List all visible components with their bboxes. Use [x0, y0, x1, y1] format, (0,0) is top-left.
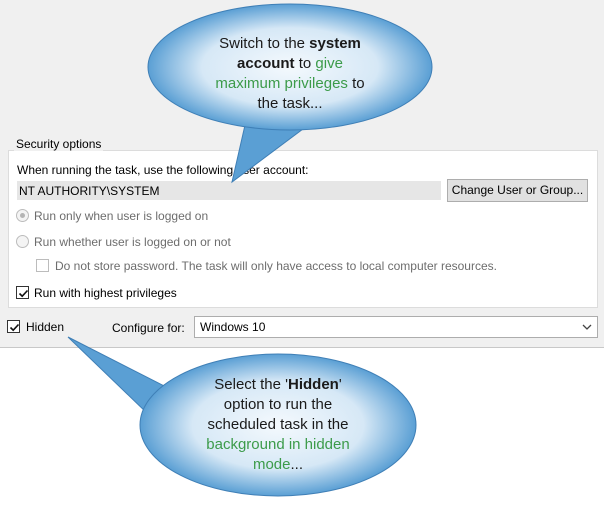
callout-top-text: Switch to the system account to give max…	[215, 35, 365, 112]
callout-bottom-text: Select the 'Hidden' option to run the sc…	[206, 376, 350, 473]
